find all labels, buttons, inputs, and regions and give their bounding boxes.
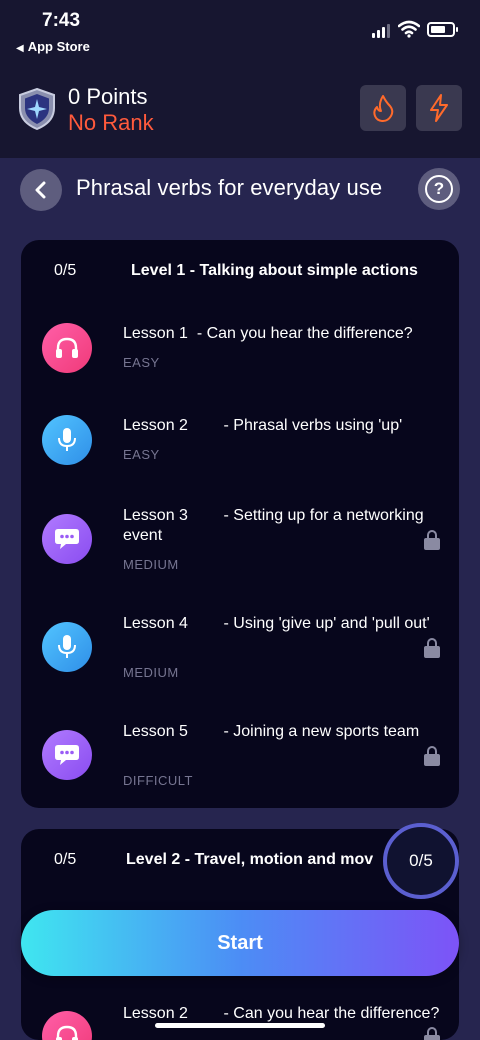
lesson-3-title: Lesson 3 - Setting up for a networking e… [123, 507, 429, 544]
headphones-icon [56, 337, 78, 358]
lesson-1-difficulty: EASY [123, 355, 160, 370]
battery-icon [427, 22, 458, 37]
lesson-4-difficulty: MEDIUM [123, 665, 179, 680]
wifi-icon [398, 20, 420, 38]
back-app-label: App Store [27, 39, 90, 54]
level-progress-indicator: 0/5 [383, 823, 459, 899]
level-1-count: 0/5 [54, 262, 77, 279]
chat-bubble-icon [55, 529, 79, 549]
start-button[interactable]: Start [21, 910, 459, 976]
streak-button[interactable] [360, 85, 406, 131]
rank-shield-icon [19, 88, 55, 130]
back-to-app-link[interactable]: ◀ App Store [16, 39, 90, 54]
lesson-2-difficulty: EASY [123, 447, 160, 462]
lesson-4-icon-circle [42, 622, 92, 672]
lesson-1-title: Lesson 1 - Can you hear the difference? [123, 325, 413, 342]
help-button[interactable]: ? [418, 168, 460, 210]
back-triangle-icon: ◀ [16, 43, 24, 54]
lesson-5-difficulty: DIFFICULT [123, 773, 193, 788]
question-mark-icon: ? [425, 175, 453, 203]
level-1-card: 0/5 Level 1 - Talking about simple actio… [21, 240, 459, 808]
home-indicator[interactable] [155, 1023, 325, 1028]
page-title: Phrasal verbs for everyday use [76, 175, 383, 200]
lesson-3-difficulty: MEDIUM [123, 557, 179, 572]
lesson-2-title: Lesson 2 - Phrasal verbs using 'up' [123, 417, 403, 434]
lesson-5-icon-circle [42, 730, 92, 780]
lightning-icon [430, 94, 448, 122]
level-2-count: 0/5 [54, 851, 77, 868]
back-button[interactable] [20, 169, 62, 211]
lesson-4-title: Lesson 4 - Using 'give up' and 'pull out… [123, 615, 430, 632]
points-label: 0 Points [68, 84, 148, 109]
microphone-icon [58, 428, 76, 451]
level-2-title: Level 2 - Travel, motion and mov [126, 851, 374, 868]
lesson-1-icon-circle [42, 323, 92, 373]
rank-label: No Rank [68, 110, 154, 135]
energy-button[interactable] [416, 85, 462, 131]
lock-icon [424, 638, 440, 658]
lesson-2-icon-circle [42, 415, 92, 465]
lock-icon [424, 746, 440, 766]
lesson-5-title: Lesson 5 - Joining a new sports team [123, 723, 420, 740]
status-time: 7:43 [42, 10, 81, 31]
cellular-signal-icon [372, 24, 392, 38]
microphone-icon [58, 635, 76, 658]
level-2-lesson-title: Lesson 2 - Can you hear the difference? [123, 1005, 440, 1022]
lock-icon [424, 1027, 440, 1040]
lock-icon [424, 530, 440, 550]
level-1-title: Level 1 - Talking about simple actions [131, 262, 418, 279]
lesson-3-icon-circle [42, 514, 92, 564]
chat-bubble-icon [55, 745, 79, 765]
flame-icon [373, 95, 394, 122]
headphones-icon [56, 1025, 78, 1040]
chevron-left-icon [35, 181, 46, 199]
level-2-lesson-icon-circle [42, 1011, 92, 1040]
